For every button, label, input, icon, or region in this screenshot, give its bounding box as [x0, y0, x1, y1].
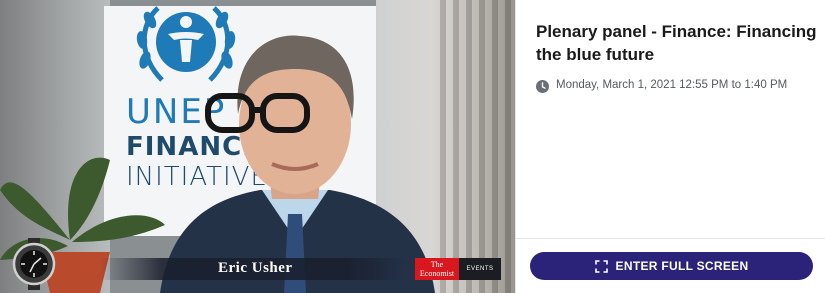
divider: [516, 238, 825, 239]
session-title: Plenary panel - Finance: Financing the b…: [536, 22, 817, 64]
watch-icon: [12, 238, 56, 290]
video-stream[interactable]: UNEP FINANCE INITIATIVE Eric Usher The E…: [0, 0, 515, 293]
expand-corners-icon: [594, 259, 608, 273]
the-economist-logo: The Economist: [415, 258, 459, 280]
economist-logo-line1: The: [430, 260, 444, 269]
enter-full-screen-button[interactable]: ENTER FULL SCREEN: [530, 252, 813, 280]
clock-icon: [536, 80, 549, 93]
speaker-name: Eric Usher: [218, 260, 293, 276]
economist-logo-line2: Economist: [419, 269, 455, 278]
enter-full-screen-label: ENTER FULL SCREEN: [615, 259, 749, 273]
events-label: EVENTS: [459, 258, 501, 280]
background-curtain: [440, 0, 515, 293]
speaker-figure: [160, 35, 435, 293]
session-info-panel: Plenary panel - Finance: Financing the b…: [515, 0, 825, 293]
session-datetime: Monday, March 1, 2021 12:55 PM to 1:40 P…: [556, 79, 788, 91]
